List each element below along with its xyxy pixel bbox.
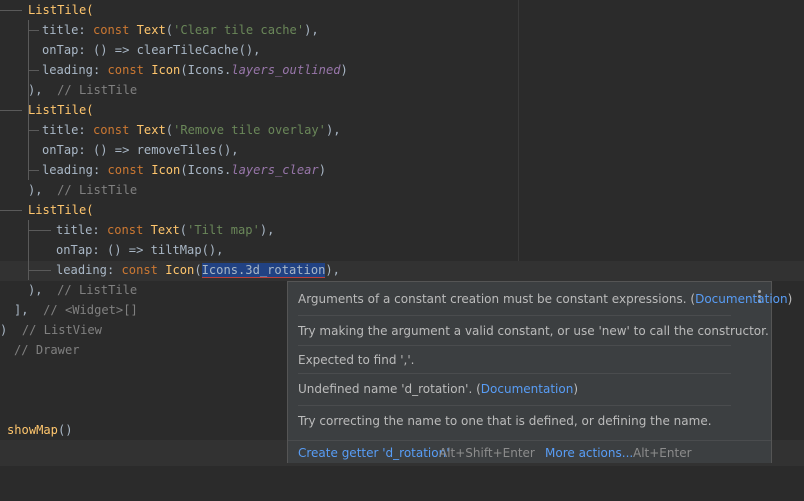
code-line: ], // <Widget>[] (14, 303, 138, 317)
error-tooltip-popup: Arguments of a constant creation must be… (287, 281, 792, 463)
code-line: onTap: () => tiltMap(), (56, 243, 224, 257)
error-hint-constant: Try making the argument a valid constant… (298, 324, 769, 338)
divider (298, 345, 731, 346)
indent-guide (29, 230, 51, 231)
indent-guide (29, 270, 51, 271)
divider (298, 405, 731, 406)
indent-guide (0, 210, 22, 211)
code-line: // Drawer (14, 343, 80, 357)
code-line: title: const Text('Clear tile cache'), (42, 23, 319, 37)
code-line: onTap: () => removeTiles(), (42, 143, 239, 157)
divider (298, 373, 731, 374)
code-line: ListTile( (28, 203, 94, 217)
documentation-link[interactable]: Documentation (695, 292, 788, 306)
code-line-error: leading: const Icon(Icons.3d_rotation), (56, 263, 340, 278)
error-message-constant: Arguments of a constant creation must be… (298, 292, 793, 306)
error-highlight[interactable]: Icons.3d_rotation (201, 263, 326, 278)
code-line: title: const Text('Tilt map'), (56, 223, 275, 237)
code-line: onTap: () => clearTileCache(), (42, 43, 261, 57)
divider (298, 315, 731, 316)
code-line: ListTile( (28, 103, 94, 117)
indent-guide (29, 130, 39, 131)
code-line: leading: const Icon(Icons.layers_clear) (42, 163, 326, 177)
code-line: leading: const Icon(Icons.layers_outline… (42, 63, 348, 77)
indent-guide (28, 220, 29, 280)
indent-guide (29, 170, 39, 171)
indent-guide (0, 110, 22, 111)
code-line: ), // ListTile (28, 283, 138, 297)
code-line: title: const Text('Remove tile overlay')… (42, 123, 341, 137)
indent-guide (29, 70, 39, 71)
more-actions-shortcut: Alt+Enter (633, 446, 692, 460)
code-line: ) // ListView (0, 323, 102, 337)
code-line: showMap() (7, 423, 73, 437)
code-line: ), // ListTile (28, 83, 138, 97)
right-margin-guide (518, 0, 519, 280)
code-line: ListTile( (28, 3, 94, 17)
error-hint-undefined: Try correcting the name to one that is d… (298, 414, 712, 428)
error-message-expected: Expected to find ','. (298, 353, 415, 367)
quick-fix-bar: Create getter 'd_rotation' Alt+Shift+Ent… (288, 440, 771, 463)
more-actions-link[interactable]: More actions... (545, 446, 633, 460)
indent-guide (0, 10, 22, 11)
indent-guide (29, 30, 39, 31)
documentation-link[interactable]: Documentation (481, 382, 574, 396)
error-message-undefined: Undefined name 'd_rotation'. (Documentat… (298, 382, 578, 396)
code-line: ), // ListTile (28, 183, 138, 197)
create-getter-action[interactable]: Create getter 'd_rotation' (298, 446, 450, 460)
create-getter-shortcut: Alt+Shift+Enter (439, 446, 535, 460)
